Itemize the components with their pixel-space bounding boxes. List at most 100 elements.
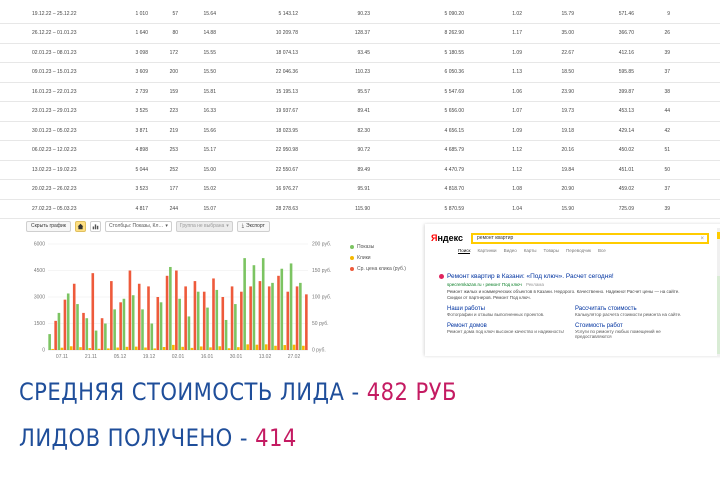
bar-cpc[interactable] xyxy=(128,270,132,351)
bar-shows[interactable] xyxy=(289,263,293,350)
group-select[interactable]: Группа не выбрана ▾ xyxy=(175,220,233,232)
bar-cpc[interactable] xyxy=(258,281,262,350)
bar-cpc[interactable] xyxy=(240,291,243,350)
bar-cpc[interactable] xyxy=(202,291,206,350)
bar-shows[interactable] xyxy=(187,316,191,350)
bar-cpc[interactable] xyxy=(137,283,141,350)
bar-shows[interactable] xyxy=(178,298,181,350)
bar-clicks[interactable] xyxy=(190,347,194,350)
bar-cpc[interactable] xyxy=(165,275,169,350)
bar-shows[interactable] xyxy=(261,258,265,350)
bar-clicks[interactable] xyxy=(107,348,110,350)
bar-shows[interactable] xyxy=(215,289,219,350)
ad-url[interactable]: specremkazan.ru › ремонт Под ключ Реклам… xyxy=(447,282,687,287)
yandex-tab[interactable]: Переводчик xyxy=(566,248,591,254)
bar-clicks[interactable] xyxy=(116,347,119,350)
bar-clicks[interactable] xyxy=(60,347,64,350)
yandex-search-input[interactable]: ремонт квартир × xyxy=(471,232,710,244)
bar-shows[interactable] xyxy=(234,304,237,350)
bar-shows[interactable] xyxy=(113,309,116,350)
bar-cpc[interactable] xyxy=(286,291,290,350)
bar-shows[interactable] xyxy=(76,304,79,350)
bar-clicks[interactable] xyxy=(51,348,54,350)
bar-shows[interactable] xyxy=(252,265,256,350)
bar-clicks[interactable] xyxy=(199,346,203,350)
yandex-logo[interactable]: Яндекс xyxy=(431,233,463,243)
bar-shows[interactable] xyxy=(280,268,284,350)
ad-sitelink[interactable]: Рассчитать стоимость Калькулятор расчета… xyxy=(575,306,687,318)
bar-cpc[interactable] xyxy=(230,286,234,350)
bar-cpc[interactable] xyxy=(100,318,104,350)
bar-shows[interactable] xyxy=(85,318,89,350)
bar-cpc[interactable] xyxy=(156,297,160,350)
bar-clicks[interactable] xyxy=(172,344,175,350)
bar-clicks[interactable] xyxy=(162,347,166,350)
bar-clicks[interactable] xyxy=(144,347,147,350)
bar-shows[interactable] xyxy=(196,291,200,350)
home-icon[interactable] xyxy=(74,220,86,232)
bar-cpc[interactable] xyxy=(54,320,57,350)
bar-clicks[interactable] xyxy=(181,346,184,350)
bar-clicks[interactable] xyxy=(97,348,101,350)
yandex-tab[interactable]: Поиск xyxy=(458,248,471,254)
bar-cpc[interactable] xyxy=(110,281,113,350)
bar-clicks[interactable] xyxy=(153,348,157,350)
bar-shows[interactable] xyxy=(122,298,126,350)
yandex-tab[interactable]: Картинки xyxy=(477,248,496,254)
bar-clicks[interactable] xyxy=(246,344,249,350)
bar-clicks[interactable] xyxy=(255,344,259,350)
bar-clicks[interactable] xyxy=(88,348,92,350)
bar-cpc[interactable] xyxy=(305,294,308,350)
bar-clicks[interactable] xyxy=(218,346,222,350)
bar-shows[interactable] xyxy=(141,309,144,350)
bar-clicks[interactable] xyxy=(237,347,240,350)
bar-cpc[interactable] xyxy=(193,281,197,350)
hide-chart-button[interactable]: Скрыть график xyxy=(26,220,71,232)
bar-cpc[interactable] xyxy=(184,286,187,350)
bar-cpc[interactable] xyxy=(221,297,225,350)
bar-shows[interactable] xyxy=(243,258,246,350)
legend-item-clicks[interactable]: Клики xyxy=(350,252,406,263)
bar-clicks[interactable] xyxy=(69,346,73,350)
bar-cpc[interactable] xyxy=(212,278,215,350)
yandex-tab[interactable]: Товары xyxy=(544,248,559,254)
bar-clicks[interactable] xyxy=(302,345,305,350)
bar-shows[interactable] xyxy=(206,307,209,350)
bar-shows[interactable] xyxy=(169,266,172,350)
bar-cpc[interactable] xyxy=(119,302,122,350)
bar-cpc[interactable] xyxy=(72,283,76,350)
bar-cpc[interactable] xyxy=(91,273,95,350)
bar-clicks[interactable] xyxy=(292,344,296,350)
ad-sitelink[interactable]: Стоимость работ Услуги по ремонту любых … xyxy=(575,323,687,340)
bar-cpc[interactable] xyxy=(175,270,178,351)
bar-clicks[interactable] xyxy=(274,345,277,350)
bar-clicks[interactable] xyxy=(227,348,231,350)
ad-sitelink[interactable]: Наши работы Фотографии и отзывы выполнен… xyxy=(447,306,575,318)
legend-item-cpc[interactable]: Ср. цена клика (руб.) xyxy=(350,263,406,274)
yandex-tab[interactable]: Карты xyxy=(524,248,537,254)
bar-shows[interactable] xyxy=(224,319,228,350)
bar-shows[interactable] xyxy=(299,282,302,350)
bar-shows[interactable] xyxy=(48,334,51,350)
bar-shows[interactable] xyxy=(131,295,135,350)
bar-clicks[interactable] xyxy=(264,344,268,350)
columns-select[interactable]: Столбцы: Показы, Кл… ▾ xyxy=(104,220,172,232)
bar-chart-icon[interactable] xyxy=(89,220,101,232)
bar-cpc[interactable] xyxy=(295,286,299,350)
bar-clicks[interactable] xyxy=(209,347,212,350)
bar-cpc[interactable] xyxy=(267,286,271,350)
bar-clicks[interactable] xyxy=(79,347,82,350)
bar-shows[interactable] xyxy=(66,293,70,350)
bar-clicks[interactable] xyxy=(283,345,287,350)
ad-title-link[interactable]: Ремонт квартир в Казани: «Под ключ». Рас… xyxy=(447,273,687,280)
bar-shows[interactable] xyxy=(57,312,61,350)
bar-cpc[interactable] xyxy=(63,299,67,350)
yandex-tab[interactable]: Видео xyxy=(504,248,517,254)
bar-shows[interactable] xyxy=(150,323,154,351)
bar-cpc[interactable] xyxy=(249,286,252,350)
export-button[interactable]: ⤓ Экспорт xyxy=(236,220,270,232)
bar-cpc[interactable] xyxy=(277,275,280,350)
bar-shows[interactable] xyxy=(159,302,163,350)
ad-sitelink[interactable]: Ремонт домов Ремонт дома под ключ высоко… xyxy=(447,323,575,340)
close-icon[interactable]: × xyxy=(701,235,705,243)
